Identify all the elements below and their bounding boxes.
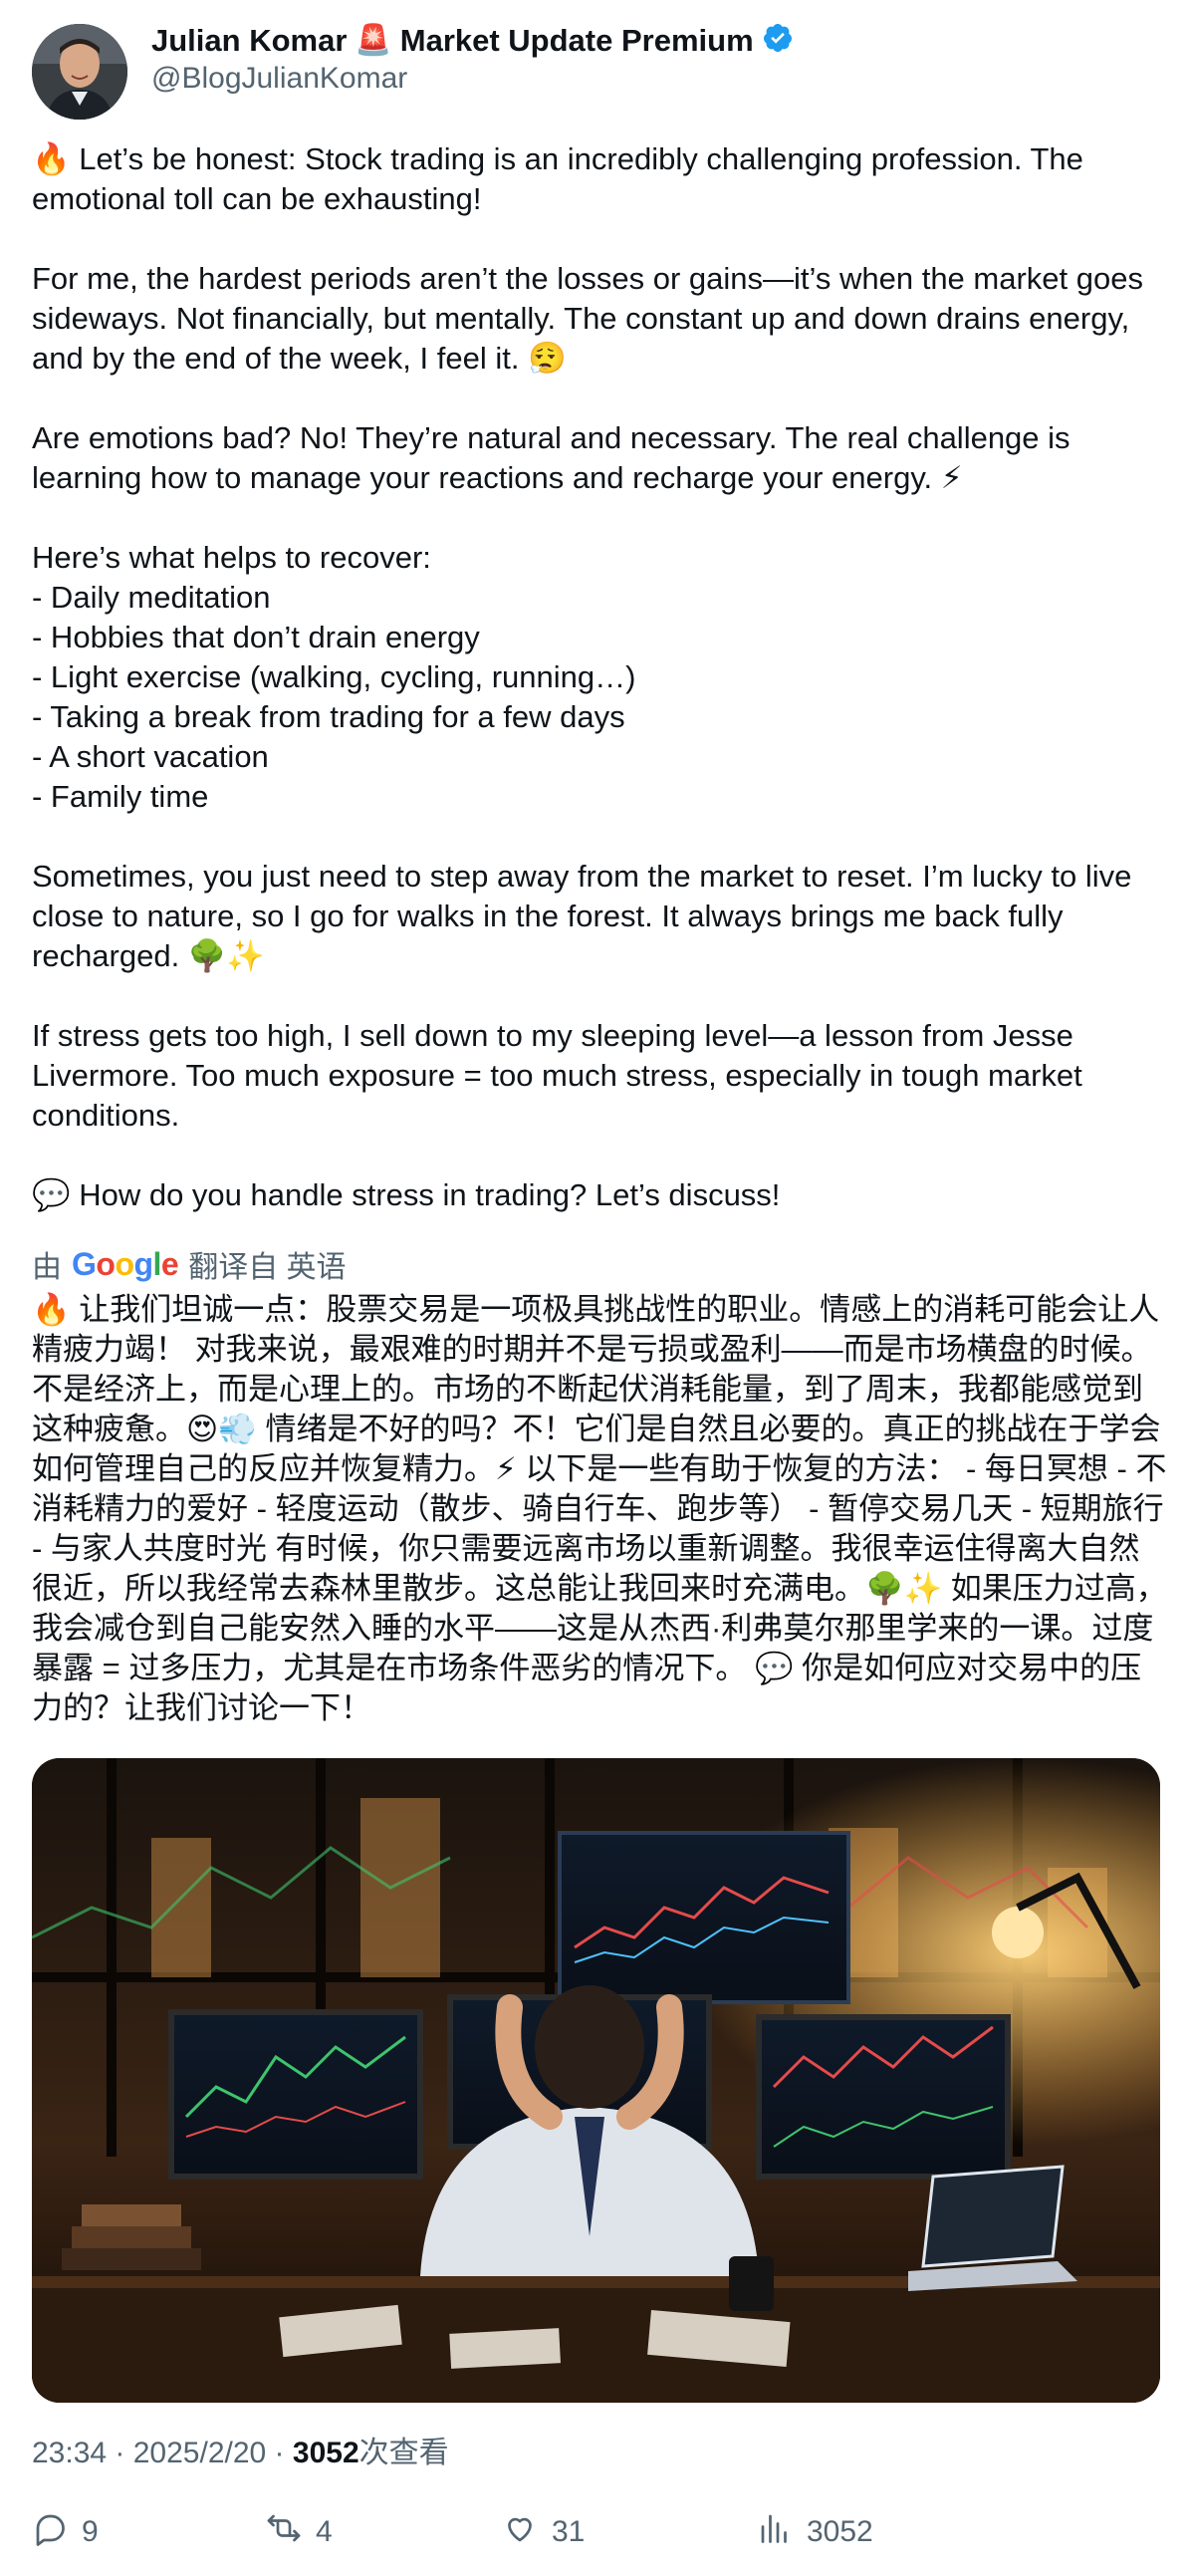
author-name-suffix[interactable]: Market Update Premium (400, 23, 754, 59)
google-logo: Google (72, 1245, 179, 1282)
views-icon (757, 2510, 793, 2554)
siren-emoji: 🚨 (355, 23, 392, 57)
tweet-text: 🔥 Let’s be honest: Stock trading is an i… (32, 141, 1143, 1212)
meta-separator: · (266, 2437, 293, 2469)
views-button[interactable]: 3052 (757, 2510, 873, 2554)
translated-text: 🔥 让我们坦诚一点：股票交易是一项极具挑战性的职业。情感上的消耗可能会让人精疲力… (32, 1292, 1173, 1725)
reply-button[interactable]: 9 (32, 2510, 99, 2554)
tweet-actions: 9 4 31 3052 (32, 2510, 1127, 2558)
views-action-count: 3052 (807, 2515, 873, 2548)
translation-prefix: 由 (32, 1251, 62, 1284)
views-label: 次查看 (358, 2437, 449, 2469)
translation-attribution: 由 Google 翻译自 英语 (32, 1242, 347, 1286)
avatar[interactable] (32, 24, 127, 120)
tweet-date[interactable]: 2025/2/20 (133, 2437, 266, 2469)
tweet-image[interactable] (32, 1758, 1160, 2403)
retweet-icon (266, 2510, 302, 2554)
author-handle[interactable]: @BlogJulianKomar (151, 62, 407, 96)
tweet-time[interactable]: 23:34 (32, 2437, 107, 2469)
reply-count: 9 (82, 2515, 99, 2548)
verified-badge-icon[interactable] (762, 22, 794, 59)
tweet: Julian Komar 🚨 Market Update Premium @Bl… (0, 0, 1191, 2576)
like-button[interactable]: 31 (502, 2510, 585, 2554)
retweet-count: 4 (316, 2515, 333, 2548)
author-name[interactable]: Julian Komar (151, 23, 347, 59)
translation-suffix: 翻译自 英语 (188, 1251, 347, 1284)
reply-icon (32, 2510, 68, 2554)
tweet-meta: 23:34 · 2025/2/20 · 3052次查看 (32, 2428, 449, 2471)
like-count: 31 (552, 2515, 586, 2548)
like-icon (502, 2510, 538, 2554)
author-name-row[interactable]: Julian Komar 🚨 Market Update Premium (151, 22, 794, 59)
views-count: 3052 (292, 2437, 359, 2469)
meta-separator: · (107, 2437, 133, 2469)
retweet-button[interactable]: 4 (266, 2510, 333, 2554)
